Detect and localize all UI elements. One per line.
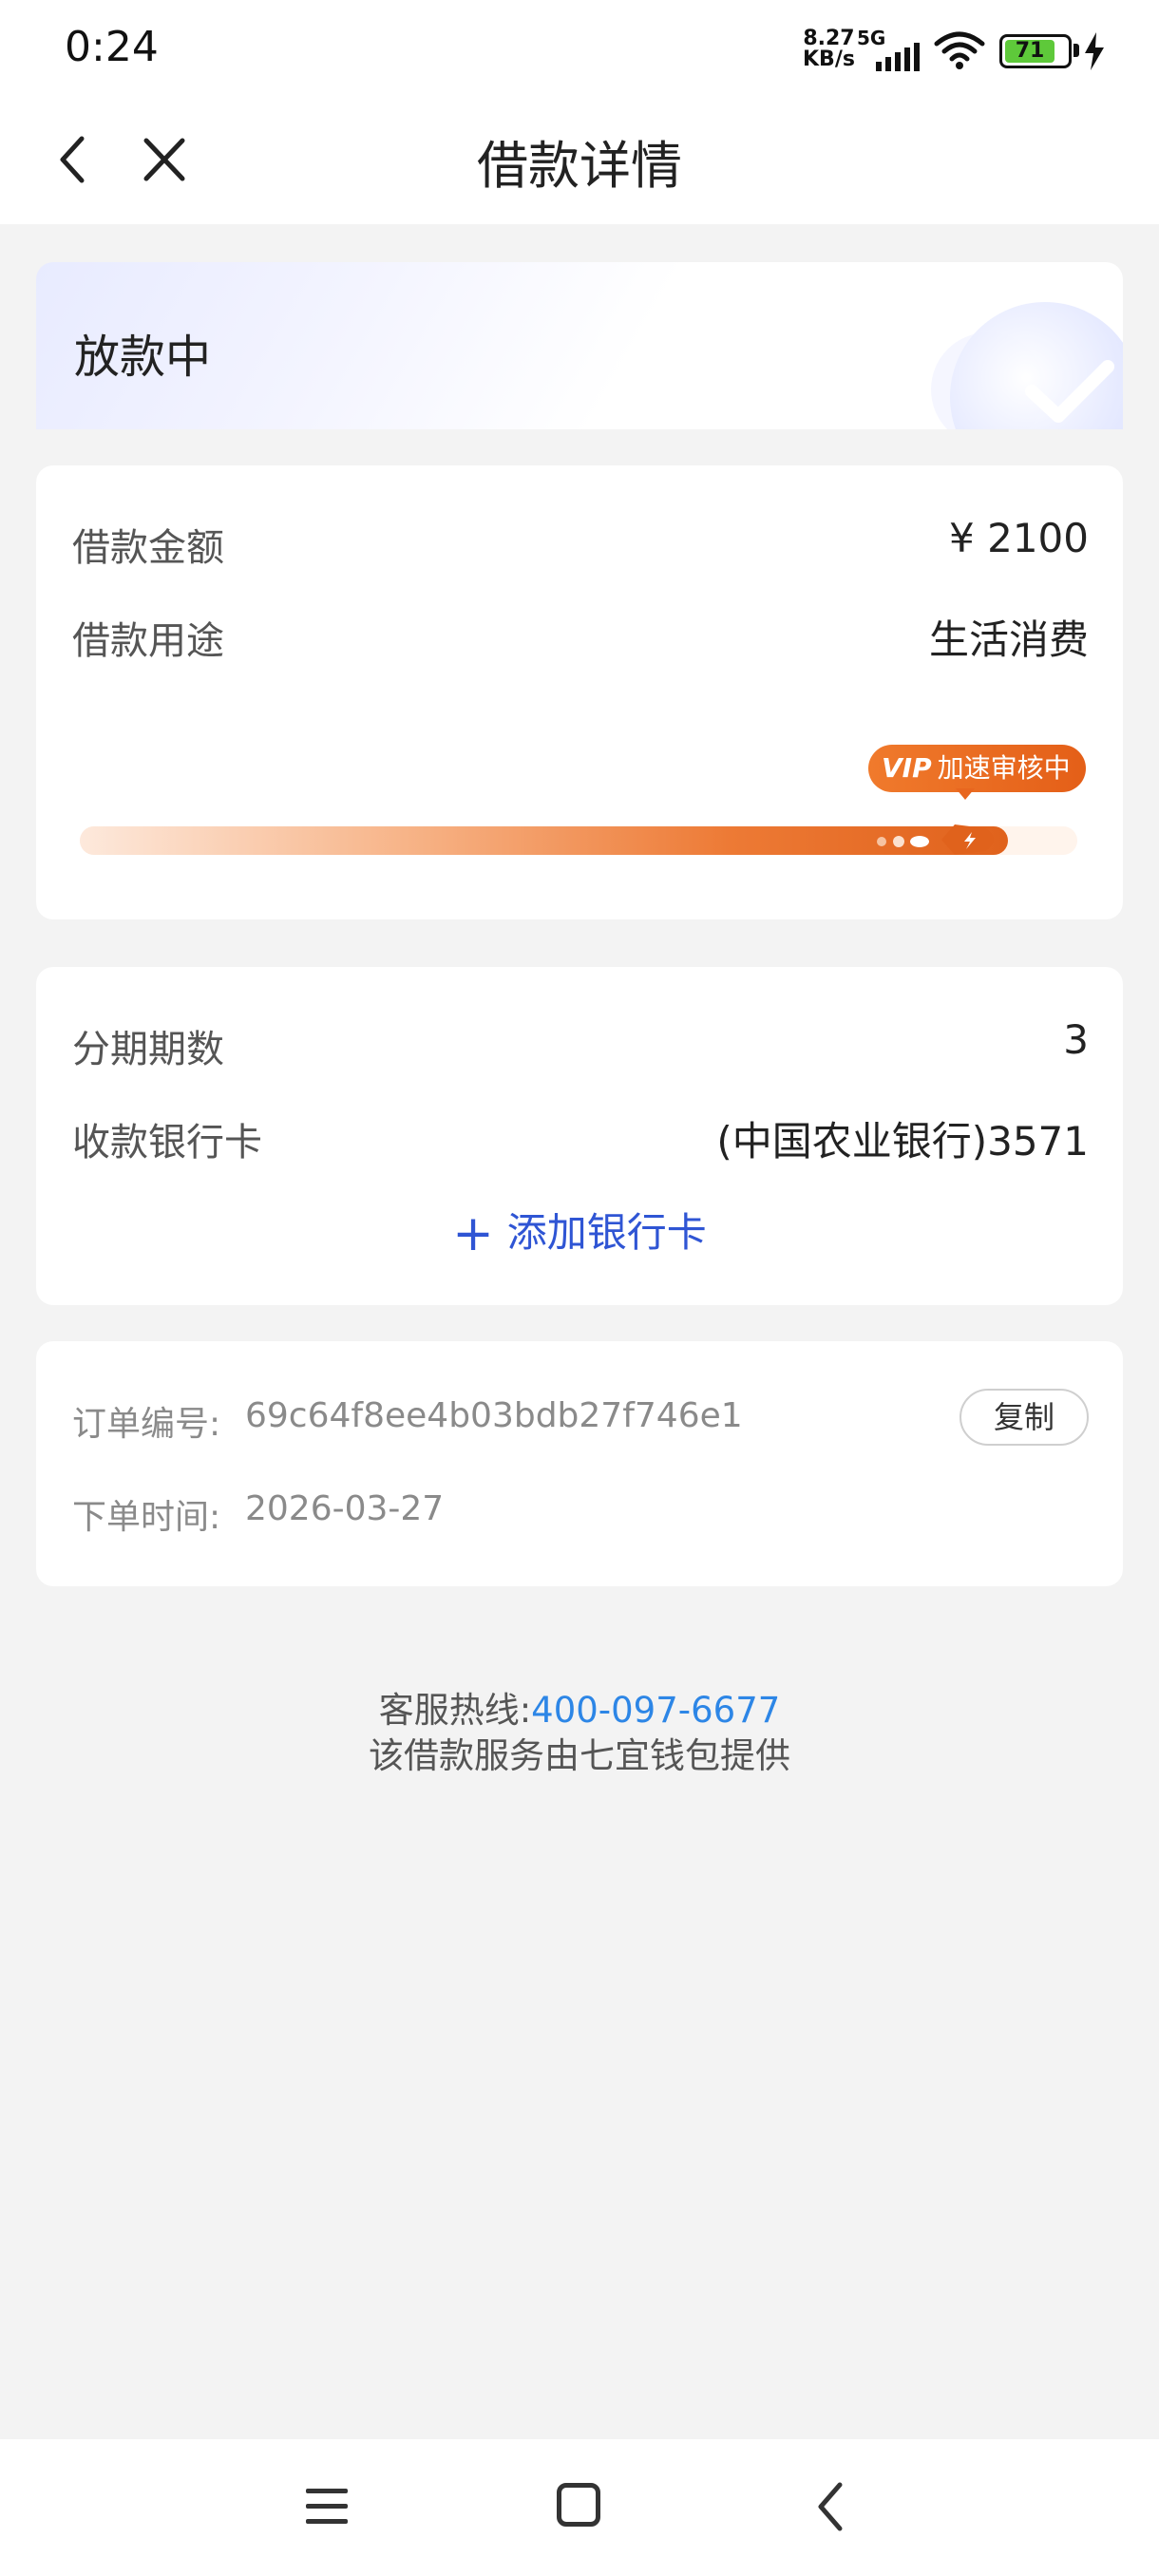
order-number-label: 订单编号: [72, 1405, 221, 1444]
amount-value: ¥ 2100 [949, 515, 1089, 561]
battery-tip [1074, 44, 1079, 57]
order-number-value: 69c64f8ee4b03bdb27f746e1 [245, 1396, 743, 1435]
wifi-icon [934, 31, 985, 69]
home-icon[interactable] [557, 2483, 600, 2527]
vip-badge-pointer [956, 788, 975, 800]
purpose-label: 借款用途 [72, 619, 224, 663]
order-time-value: 2026-03-27 [245, 1489, 445, 1528]
plus-icon: + [452, 1205, 494, 1262]
status-time: 0:24 [65, 23, 159, 71]
menu-icon[interactable] [304, 2487, 350, 2527]
add-bank-card-label: 添加银行卡 [506, 1209, 707, 1256]
purpose-value: 生活消费 [928, 616, 1089, 663]
net-speed: 8.27 KB/s [803, 28, 855, 70]
provider-text: 该借款服务由七宜钱包提供 [369, 1735, 790, 1776]
add-bank-card-button[interactable]: + 添加银行卡 [0, 1201, 1159, 1262]
periods-label: 分期期数 [72, 1028, 224, 1071]
hotline-label: 客服热线: [378, 1690, 532, 1731]
loan-status-text: 放款中 [74, 331, 212, 384]
order-card [36, 1341, 1123, 1586]
battery-level: 71 [1005, 40, 1054, 63]
signal-icon [876, 43, 920, 71]
copy-button[interactable]: 复制 [960, 1389, 1089, 1446]
bank-card-value[interactable]: (中国农业银行)3571 [570, 1109, 1089, 1167]
hotline-line: 客服热线:400-097-6677 [0, 1681, 1159, 1733]
rocket-trail [877, 836, 929, 847]
checkmark-icon [1025, 360, 1114, 423]
amount-label: 借款金额 [72, 526, 224, 570]
vip-review-badge: VIP 加速审核中 [868, 745, 1086, 792]
battery-icon: 71 [999, 34, 1072, 68]
rocket-icon [941, 824, 994, 855]
order-time-label: 下单时间: [72, 1498, 221, 1537]
net-speed-value: 8.27 [803, 27, 855, 50]
vip-label: VIP [882, 752, 932, 784]
vip-badge-text: 加速审核中 [937, 752, 1071, 784]
net-speed-unit: KB/s [803, 47, 855, 71]
system-back-icon[interactable] [813, 2481, 847, 2532]
bank-card-label: 收款银行卡 [72, 1121, 262, 1165]
periods-value: 3 [1063, 1016, 1089, 1063]
page-title: 借款详情 [477, 136, 682, 196]
progress-fill [80, 826, 1008, 855]
charging-bolt-icon [1085, 32, 1104, 70]
hotline-number[interactable]: 400-097-6677 [531, 1690, 780, 1731]
